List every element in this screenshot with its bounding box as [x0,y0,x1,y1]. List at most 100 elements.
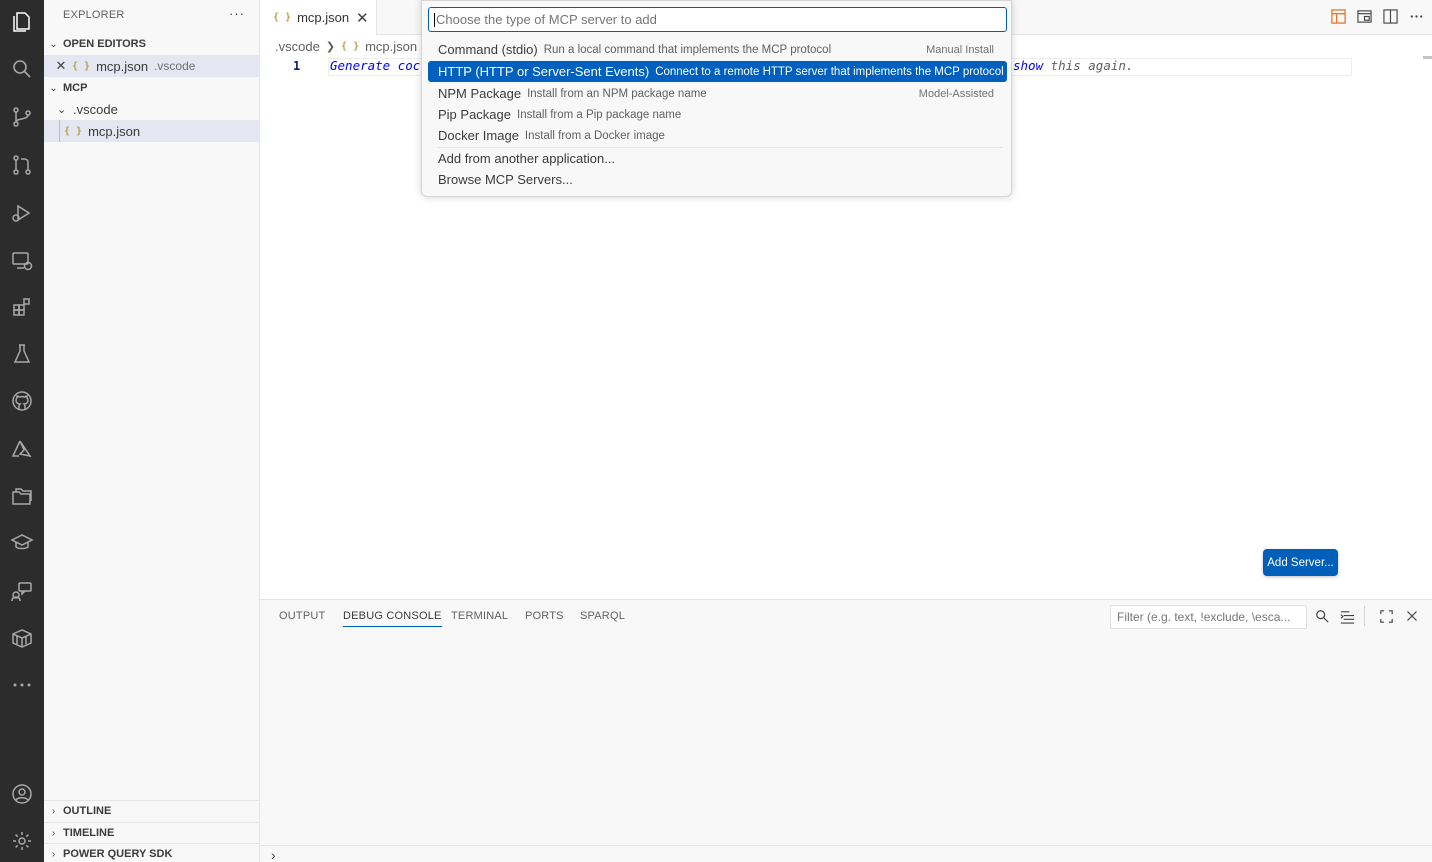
pull-requests-icon[interactable] [7,150,37,180]
outline-section[interactable]: › OUTLINE [44,801,260,821]
folder-name: .vscode [73,101,118,117]
item-detail: Install from a Docker image [524,129,665,142]
ghost-hint-text: Generate coc [330,58,421,73]
run-debug-icon[interactable] [7,198,37,228]
open-editors-label: OPEN EDITORS [63,38,146,50]
more-icon[interactable] [7,670,37,700]
maximize-panel-icon[interactable] [1378,608,1394,624]
more-actions-icon[interactable] [1408,8,1424,24]
chevron-right-icon: ❯ [325,40,336,53]
ghost-keyword: show [1013,58,1044,73]
close-panel-icon[interactable] [1404,608,1420,624]
tab-output[interactable]: OUTPUT [279,610,325,622]
json-file-icon: { } [72,60,91,72]
line-number: 1 [293,59,301,73]
quick-pick-item-pip[interactable]: Pip Package Install from a Pip package n… [428,104,1007,125]
search-icon[interactable] [1314,608,1330,624]
power-query-section[interactable]: › POWER QUERY SDK [44,844,260,862]
timeline-section[interactable]: › TIMELINE [44,823,260,843]
item-group-label: Manual Install [926,43,994,56]
text-caret [434,12,435,27]
preview-icon[interactable] [1330,8,1346,24]
chat-icon[interactable] [7,576,37,606]
close-icon[interactable]: ✕ [52,58,70,74]
outline-label: OUTLINE [63,805,112,817]
toolbar-divider [1364,606,1365,626]
item-title: Add from another application... [438,151,616,166]
quick-pick-item-browse[interactable]: Browse MCP Servers... [428,169,1007,190]
item-title: Pip Package [438,107,511,122]
tab-terminal[interactable]: TERMINAL [451,610,508,622]
open-editor-name: mcp.json [96,58,149,74]
quick-pick-placeholder: Choose the type of MCP server to add [436,12,657,27]
quick-pick-item-add-from-app[interactable]: Add from another application... [428,148,1007,169]
timeline-label: TIMELINE [63,827,115,839]
item-detail: Install from a Pip package name [517,108,682,121]
quick-pick: Choose the type of MCP server to add Com… [421,0,1012,197]
tab-label: mcp.json [297,10,350,25]
extensions-icon[interactable] [7,292,37,322]
workspace-label: MCP [63,82,88,94]
source-control-icon[interactable] [7,102,37,132]
chevron-right-icon: › [51,827,56,839]
clear-console-icon[interactable] [1339,608,1355,624]
item-title: Command (stdio) [438,42,538,57]
learning-icon[interactable] [7,528,37,558]
repl-input-prompt[interactable]: › [271,847,276,862]
chevron-right-icon: › [51,805,56,817]
containers-icon[interactable] [7,623,37,653]
breadcrumb: .vscode ❯ { } mcp.json [275,37,417,55]
project-manager-icon[interactable] [7,481,37,511]
chevron-down-icon: ⌄ [57,103,67,116]
repl-divider [260,845,1432,846]
file-item[interactable]: { } mcp.json [44,120,260,142]
breadcrumb-file[interactable]: mcp.json [365,39,417,54]
quick-pick-item-http[interactable]: HTTP (HTTP or Server-Sent Events) Connec… [428,61,1007,82]
remote-explorer-icon[interactable] [7,246,37,276]
item-title: Docker Image [438,128,519,143]
item-title: HTTP (HTTP or Server-Sent Events) [438,64,650,79]
json-file-icon: { } [64,125,83,137]
open-editors-section[interactable]: ⌄ OPEN EDITORS [44,34,260,54]
breadcrumb-folder[interactable]: .vscode [275,39,320,54]
search-icon[interactable] [7,54,37,84]
testing-icon[interactable] [7,339,37,369]
folder-item[interactable]: ⌄ .vscode [44,98,260,120]
open-editor-item[interactable]: ✕ { } mcp.json .vscode [44,55,260,77]
chevron-down-icon: ⌄ [49,82,58,94]
explorer-icon[interactable] [7,7,37,37]
quick-pick-input[interactable]: Choose the type of MCP server to add [428,7,1007,32]
bottom-panel: OUTPUT DEBUG CONSOLE TERMINAL PORTS SPAR… [260,599,1432,862]
quick-pick-item-docker[interactable]: Docker Image Install from a Docker image [428,125,1007,146]
quick-pick-item-npm[interactable]: NPM Package Install from an NPM package … [428,83,1007,104]
quick-pick-item-command[interactable]: Command (stdio) Run a local command that… [428,39,1007,60]
indent-guide [59,120,60,142]
chevron-down-icon: ⌄ [49,38,58,50]
github-icon[interactable] [7,386,37,416]
item-detail: Connect to a remote HTTP server that imp… [655,65,1004,78]
sidebar-title: EXPLORER [63,9,125,21]
more-actions-icon[interactable]: ··· [229,6,245,21]
minimap-slider[interactable] [1423,56,1432,59]
explorer-sidebar: EXPLORER ··· ⌄ OPEN EDITORS ✕ { } mcp.js… [44,0,260,862]
json-file-icon: { } [273,12,292,23]
filter-input[interactable]: Filter (e.g. text, !exclude, \esca... [1110,605,1307,629]
chevron-right-icon: › [51,848,56,860]
tab-debug-console[interactable]: DEBUG CONSOLE [343,610,442,627]
open-editor-desc: .vscode [154,59,196,73]
tab-sparql[interactable]: SPARQL [580,610,625,622]
azure-icon[interactable] [7,434,37,464]
account-icon[interactable] [7,779,37,809]
add-server-button[interactable]: Add Server... [1263,549,1338,576]
power-query-label: POWER QUERY SDK [63,848,173,860]
settings-gear-icon[interactable] [7,826,37,856]
tab-ports[interactable]: PORTS [525,610,564,622]
editor-actions [1330,8,1424,24]
close-icon[interactable]: ✕ [356,9,369,27]
item-title: Browse MCP Servers... [438,172,573,187]
tab-mcp-json[interactable]: { } mcp.json ✕ [260,0,377,35]
item-detail: Install from an NPM package name [527,87,707,100]
split-editor-icon[interactable] [1382,8,1398,24]
open-preview-icon[interactable] [1356,8,1372,24]
workspace-section[interactable]: ⌄ MCP [44,78,260,98]
